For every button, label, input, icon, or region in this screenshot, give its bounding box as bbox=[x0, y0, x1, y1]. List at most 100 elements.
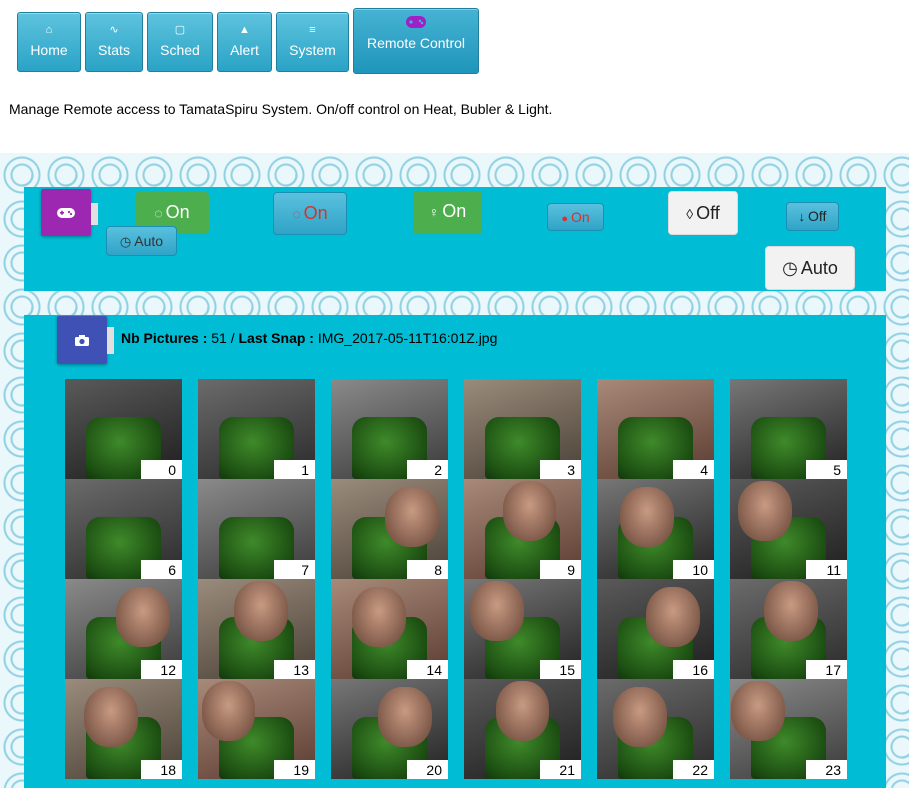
auto-mode-label-small: Auto bbox=[134, 233, 164, 249]
gallery-thumbnail[interactable]: 9 bbox=[464, 479, 581, 579]
camera-card-icon bbox=[57, 316, 107, 364]
level-toggle-button[interactable]: ↓ Off bbox=[786, 202, 839, 231]
heat-toggle-button[interactable]: ◌ On bbox=[273, 192, 347, 235]
photo-face bbox=[469, 581, 524, 641]
last-snap-filename: IMG_2017-05-11T16:01Z.jpg bbox=[317, 330, 498, 346]
thumbnail-index-label: 6 bbox=[141, 560, 182, 579]
gallery-thumbnail[interactable]: 10 bbox=[597, 479, 714, 579]
gamepad-icon bbox=[354, 15, 478, 31]
gallery-info: Nb Pictures : 51 / Last Snap : IMG_2017-… bbox=[121, 330, 497, 346]
gallery-thumbnail[interactable]: 8 bbox=[331, 479, 448, 579]
heat-indicator-button[interactable]: ● On bbox=[547, 203, 604, 231]
auto-mode-button-small[interactable]: ◷ Auto bbox=[106, 226, 177, 256]
photo-gallery: 0 1 2 3 4 5 6 7 8 9 10 11 12 13 14 15 16 17 18 19 20 21 22 23 bbox=[65, 379, 847, 788]
clock-icon: ◷ bbox=[119, 234, 132, 249]
gallery-thumbnail[interactable]: 2 bbox=[331, 379, 448, 479]
thumbnail-index-label: 12 bbox=[141, 660, 182, 679]
thumbnail-index-label: 18 bbox=[141, 760, 182, 779]
photo-face bbox=[234, 581, 289, 641]
photo-face bbox=[646, 587, 700, 647]
thumbnail-index-label: 4 bbox=[673, 460, 714, 479]
light-toggle-button[interactable]: ♀ On bbox=[413, 191, 482, 234]
heat-spinner-icon: ◌ bbox=[292, 206, 301, 222]
water-toggle-button[interactable]: ◊ Off bbox=[668, 191, 738, 235]
nav-remote-control-button[interactable]: Remote Control bbox=[353, 8, 479, 74]
nav-alert-label: Alert bbox=[230, 42, 259, 58]
clock-large-icon: ◷ bbox=[782, 258, 798, 278]
photo-face bbox=[201, 681, 256, 741]
nav-sched-label: Sched bbox=[160, 42, 200, 58]
intro-text: Manage Remote access to TamataSpiru Syst… bbox=[9, 101, 553, 117]
nav-system-button[interactable]: ≡ System bbox=[276, 12, 349, 72]
photo-face bbox=[495, 681, 550, 741]
last-snap-label: Last Snap : bbox=[238, 330, 314, 346]
nav-stats-label: Stats bbox=[98, 42, 130, 58]
thumbnail-index-label: 11 bbox=[806, 560, 847, 579]
camera-card-tab bbox=[107, 327, 114, 354]
thumbnail-index-label: 13 bbox=[274, 660, 315, 679]
thumbnail-index-label: 21 bbox=[540, 760, 581, 779]
home-icon: ⌂ bbox=[45, 24, 53, 36]
photo-face bbox=[384, 487, 439, 547]
thumbnail-index-label: 20 bbox=[407, 760, 448, 779]
photo-face bbox=[377, 687, 432, 747]
gallery-thumbnail[interactable]: 14 bbox=[331, 579, 448, 679]
gallery-thumbnail[interactable]: 16 bbox=[597, 579, 714, 679]
count-label: Nb Pictures : bbox=[121, 330, 208, 346]
nav-stats-button[interactable]: ∿ Stats bbox=[85, 12, 143, 72]
gallery-thumbnail[interactable]: 7 bbox=[198, 479, 315, 579]
light-state-label: On bbox=[442, 201, 467, 221]
bubbler-state-label: On bbox=[165, 202, 190, 222]
gallery-thumbnail[interactable]: 3 bbox=[464, 379, 581, 479]
photo-face bbox=[738, 481, 792, 541]
gallery-thumbnail[interactable]: 19 bbox=[198, 679, 315, 779]
nav-alert-button[interactable]: ▲ Alert bbox=[217, 12, 272, 72]
photo-face bbox=[116, 587, 171, 647]
water-state-label: Off bbox=[696, 203, 720, 223]
thumbnail-index-label: 17 bbox=[806, 660, 847, 679]
gallery-thumbnail[interactable]: 13 bbox=[198, 579, 315, 679]
card-tab bbox=[91, 203, 98, 225]
gallery-thumbnail[interactable]: 0 bbox=[65, 379, 182, 479]
gallery-thumbnail[interactable]: 11 bbox=[730, 479, 847, 579]
nav-sched-button[interactable]: ▢ Sched bbox=[147, 12, 213, 72]
calendar-icon: ▢ bbox=[174, 24, 186, 36]
nav-home-button[interactable]: ⌂ Home bbox=[17, 12, 81, 72]
gallery-thumbnail[interactable]: 22 bbox=[597, 679, 714, 779]
photo-face bbox=[620, 487, 675, 547]
gallery-thumbnail[interactable]: 23 bbox=[730, 679, 847, 779]
arrow-down-icon: ↓ bbox=[798, 209, 806, 224]
thumbnail-index-label: 0 bbox=[141, 460, 182, 479]
heat-indicator-label: On bbox=[570, 209, 590, 225]
photo-face bbox=[502, 481, 557, 541]
gallery-thumbnail[interactable]: 4 bbox=[597, 379, 714, 479]
lightbulb-icon: ♀ bbox=[428, 204, 440, 220]
thumbnail-index-label: 3 bbox=[540, 460, 581, 479]
photo-face bbox=[731, 681, 785, 741]
thumbnail-index-label: 22 bbox=[673, 760, 714, 779]
sliders-icon: ≡ bbox=[309, 24, 316, 36]
gallery-thumbnail[interactable]: 21 bbox=[464, 679, 581, 779]
gallery-thumbnail[interactable]: 6 bbox=[65, 479, 182, 579]
thumbnail-index-label: 2 bbox=[407, 460, 448, 479]
gallery-thumbnail[interactable]: 17 bbox=[730, 579, 847, 679]
auto-mode-label-large: Auto bbox=[800, 258, 838, 278]
thumbnail-index-label: 8 bbox=[407, 560, 448, 579]
gallery-thumbnail[interactable]: 12 bbox=[65, 579, 182, 679]
auto-mode-button-large[interactable]: ◷ Auto bbox=[765, 246, 855, 290]
gallery-thumbnail[interactable]: 15 bbox=[464, 579, 581, 679]
gallery-thumbnail[interactable]: 18 bbox=[65, 679, 182, 779]
thumbnail-index-label: 14 bbox=[407, 660, 448, 679]
gallery-thumbnail[interactable]: 1 bbox=[198, 379, 315, 479]
gallery-thumbnail[interactable]: 5 bbox=[730, 379, 847, 479]
thumbnail-index-label: 10 bbox=[673, 560, 714, 579]
info-separator: / bbox=[230, 330, 235, 346]
photo-face bbox=[352, 587, 406, 647]
gallery-thumbnail[interactable]: 20 bbox=[331, 679, 448, 779]
nav-remote-control-label: Remote Control bbox=[366, 35, 466, 51]
nav-home-label: Home bbox=[30, 42, 68, 58]
thumbnail-index-label: 19 bbox=[274, 760, 315, 779]
photo-face bbox=[613, 687, 668, 747]
thumbnail-index-label: 16 bbox=[673, 660, 714, 679]
photo-face bbox=[83, 687, 138, 747]
